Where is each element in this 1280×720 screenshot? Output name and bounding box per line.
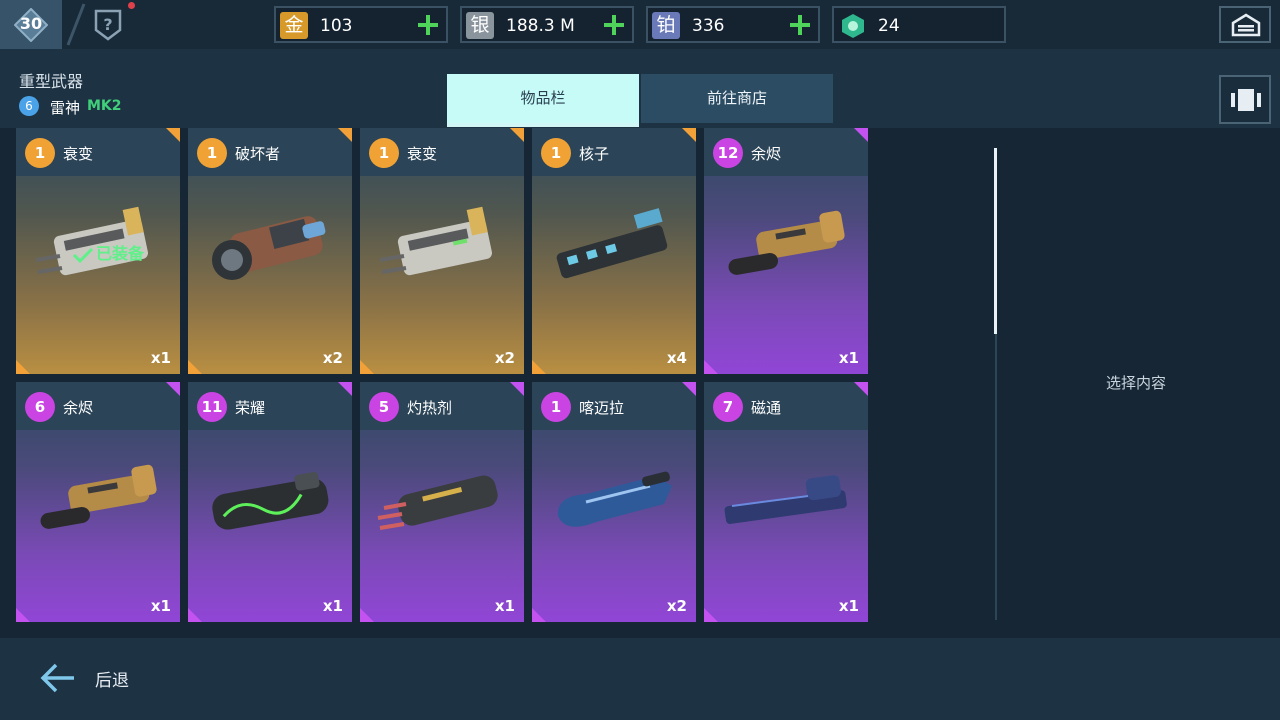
weapon-quantity: x2 bbox=[322, 349, 343, 367]
weapon-quantity: x1 bbox=[838, 349, 859, 367]
weapon-chimera-image bbox=[557, 471, 672, 527]
equipped-badge: 已装备 bbox=[72, 240, 144, 264]
gold-icon: 金 bbox=[280, 12, 308, 39]
platinum-icon: 铂 bbox=[652, 12, 680, 39]
weapon-name: 衰变 bbox=[407, 145, 438, 163]
add-platinum-button[interactable] bbox=[788, 13, 812, 37]
weapon-name: 余烬 bbox=[751, 145, 782, 163]
weapon-name: 破坏者 bbox=[235, 145, 281, 163]
player-level: 30 bbox=[19, 14, 43, 33]
checkmark-icon bbox=[72, 247, 94, 263]
top-bar: 30 ? 金 103 银 188.3 M 铂 336 24 bbox=[0, 0, 1280, 49]
weapon-card[interactable]: 12 余烬 x1 bbox=[704, 128, 868, 374]
add-silver-button[interactable] bbox=[602, 13, 626, 37]
weapon-card[interactable]: 1 喀迈拉 x2 bbox=[532, 382, 696, 622]
weapon-name: 磁通 bbox=[751, 399, 782, 417]
currency-token: 24 bbox=[832, 6, 1006, 43]
weapon-flux-image bbox=[724, 475, 847, 524]
weapon-level-badge: 1 bbox=[541, 392, 571, 422]
robot-mark: MK2 bbox=[87, 98, 122, 114]
page-title: 重型武器 bbox=[19, 72, 84, 91]
weapon-ember-image bbox=[40, 464, 157, 529]
weapon-level-badge: 1 bbox=[369, 138, 399, 168]
view-toggle-button[interactable] bbox=[1219, 75, 1271, 124]
add-gold-button[interactable] bbox=[416, 13, 440, 37]
weapon-card[interactable]: 1 破坏者 x2 bbox=[188, 128, 352, 374]
back-label: 后退 bbox=[95, 671, 129, 691]
weapon-level-badge: 11 bbox=[197, 392, 227, 422]
weapon-name: 荣耀 bbox=[235, 399, 266, 417]
scrollbar[interactable] bbox=[994, 148, 997, 334]
silver-icon: 银 bbox=[466, 12, 494, 39]
select-content-hint: 选择内容 bbox=[1106, 374, 1167, 392]
weapon-quantity: x2 bbox=[666, 597, 687, 615]
hex-token-icon bbox=[842, 14, 864, 38]
weapon-quantity: x1 bbox=[150, 349, 171, 367]
weapon-card[interactable]: 1 衰变 已装备 x1 bbox=[16, 128, 180, 374]
garage-button[interactable] bbox=[1219, 6, 1271, 43]
weapon-level-badge: 1 bbox=[25, 138, 55, 168]
currency-silver: 银 188.3 M bbox=[460, 6, 634, 43]
currency-platinum: 铂 336 bbox=[646, 6, 820, 43]
divider-slash bbox=[66, 3, 86, 46]
robot-name: 雷神 bbox=[50, 99, 81, 117]
tab-go-to-shop[interactable]: 前往商店 bbox=[641, 74, 833, 123]
weapon-name: 衰变 bbox=[63, 145, 94, 163]
weapon-nucleon-image bbox=[556, 208, 668, 279]
weapon-destroyer-image bbox=[212, 216, 326, 280]
weapon-level-badge: 6 bbox=[25, 392, 55, 422]
robot-level-badge: 6 bbox=[19, 96, 39, 116]
svg-text:?: ? bbox=[103, 15, 112, 34]
weapon-name: 喀迈拉 bbox=[579, 399, 625, 417]
weapon-level-badge: 5 bbox=[369, 392, 399, 422]
weapon-ember-image bbox=[728, 210, 845, 275]
weapon-card[interactable]: 1 核子 x4 bbox=[532, 128, 696, 374]
token-amount: 24 bbox=[878, 16, 900, 36]
tab-inventory[interactable]: 物品栏 bbox=[447, 74, 639, 123]
weapon-card[interactable]: 6 余烬 x1 bbox=[16, 382, 180, 622]
weapon-level-badge: 1 bbox=[197, 138, 227, 168]
arrow-left-icon bbox=[40, 663, 74, 693]
help-shield-icon[interactable]: ? bbox=[92, 8, 124, 42]
weapon-level-badge: 7 bbox=[713, 392, 743, 422]
platinum-amount: 336 bbox=[692, 16, 725, 36]
notification-dot bbox=[128, 2, 135, 9]
back-button[interactable]: 后退 bbox=[38, 658, 178, 698]
weapon-name: 核子 bbox=[579, 145, 610, 163]
weapon-name: 余烬 bbox=[63, 399, 94, 417]
active-tab-indicator bbox=[447, 123, 639, 127]
weapon-quantity: x1 bbox=[838, 597, 859, 615]
weapon-quantity: x4 bbox=[666, 349, 687, 367]
layout-columns-icon bbox=[1231, 89, 1261, 111]
weapon-quantity: x1 bbox=[150, 597, 171, 615]
weapon-quantity: x1 bbox=[494, 597, 515, 615]
player-level-badge[interactable]: 30 bbox=[0, 0, 62, 49]
weapon-level-badge: 1 bbox=[541, 138, 571, 168]
currency-gold: 金 103 bbox=[274, 6, 448, 43]
equipped-label: 已装备 bbox=[96, 244, 145, 263]
weapon-glory-image bbox=[212, 471, 329, 530]
hangar-icon bbox=[1231, 13, 1261, 37]
weapon-card[interactable]: 1 衰变 x2 bbox=[360, 128, 524, 374]
weapon-quantity: x2 bbox=[494, 349, 515, 367]
gold-amount: 103 bbox=[320, 16, 353, 36]
weapon-level-badge: 12 bbox=[713, 138, 743, 168]
weapon-card[interactable]: 7 磁通 x1 bbox=[704, 382, 868, 622]
weapon-card[interactable]: 11 荣耀 x1 bbox=[188, 382, 352, 622]
weapon-scorcher-image bbox=[377, 475, 498, 530]
weapon-quantity: x1 bbox=[322, 597, 343, 615]
weapon-decay-image bbox=[379, 206, 492, 276]
weapon-card[interactable]: 5 灼热剂 x1 bbox=[360, 382, 524, 622]
weapon-name: 灼热剂 bbox=[407, 399, 453, 417]
silver-amount: 188.3 M bbox=[506, 16, 575, 36]
